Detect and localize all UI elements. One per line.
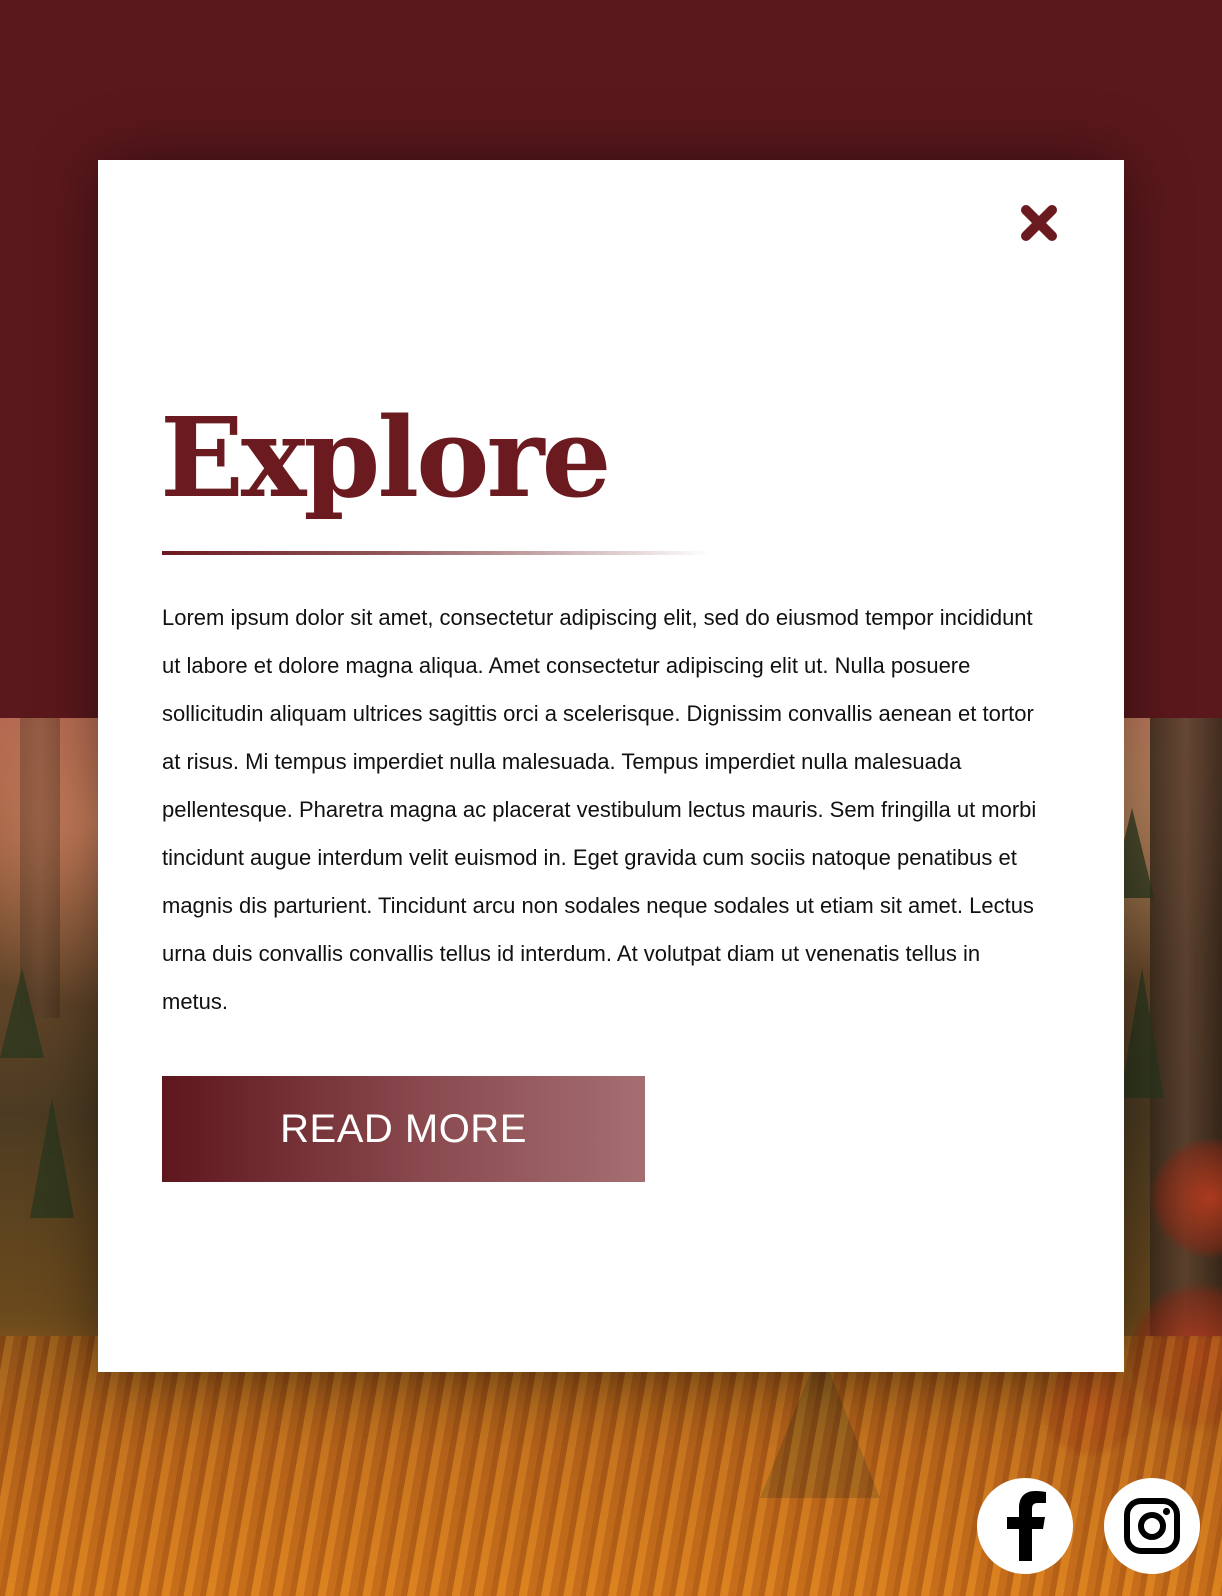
instagram-link[interactable] bbox=[1104, 1478, 1200, 1574]
read-more-button[interactable]: READ MORE bbox=[162, 1076, 645, 1182]
facebook-link[interactable] bbox=[977, 1478, 1073, 1574]
modal-title: Explore bbox=[160, 393, 611, 522]
instagram-icon bbox=[1124, 1498, 1180, 1554]
close-button[interactable] bbox=[1012, 196, 1066, 250]
close-icon bbox=[1021, 205, 1057, 241]
modal-body-text: Lorem ipsum dolor sit amet, consectetur … bbox=[162, 605, 1037, 1014]
title-divider bbox=[162, 551, 710, 555]
facebook-icon bbox=[1007, 1491, 1046, 1561]
